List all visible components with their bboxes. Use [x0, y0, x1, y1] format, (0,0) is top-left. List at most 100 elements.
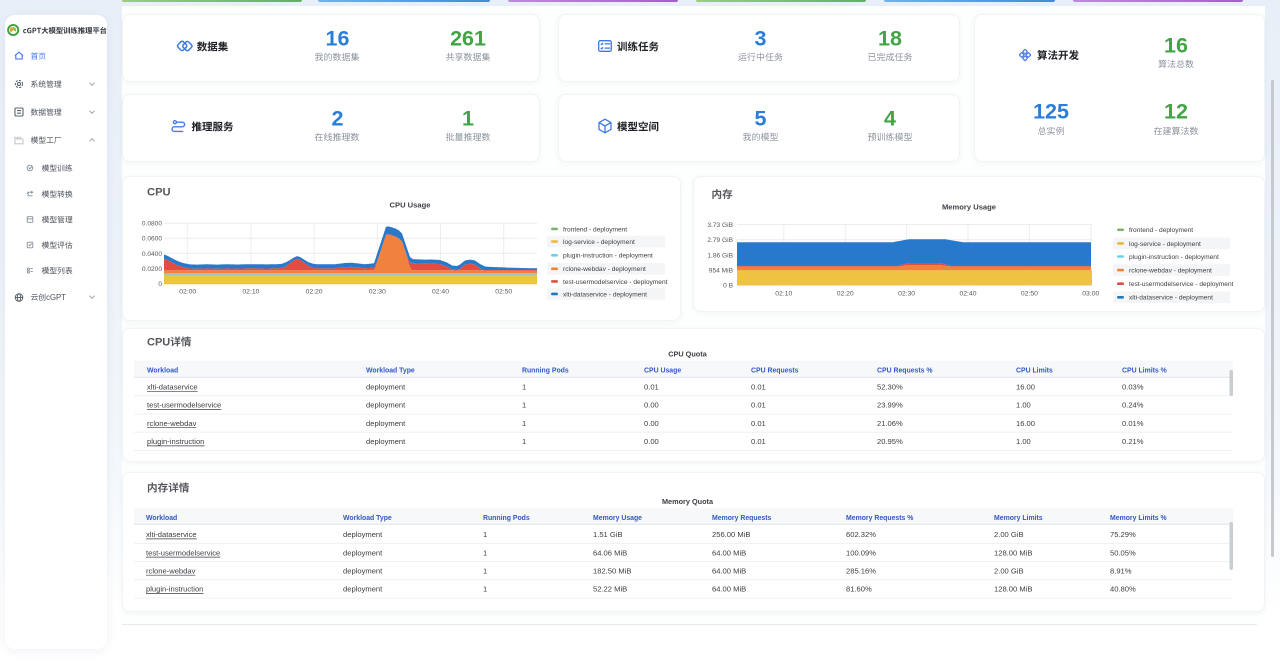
svg-text:1: 1 [462, 107, 474, 131]
svg-text:deployment: deployment [343, 585, 383, 594]
svg-text:12: 12 [1164, 100, 1188, 124]
svg-text:cGPT: cGPT [46, 293, 66, 302]
svg-text:plugin-instruction - deploymen: plugin-instruction - deployment [563, 253, 653, 260]
svg-text:CPU Usage: CPU Usage [390, 201, 431, 210]
svg-text:16.00: 16.00 [1016, 383, 1035, 392]
svg-text:log-service - deployment: log-service - deployment [563, 239, 635, 246]
svg-text:0 B: 0 B [723, 283, 733, 290]
svg-text:Workload: Workload [146, 515, 177, 522]
svg-text:CPU Requests: CPU Requests [751, 368, 799, 375]
svg-text:xlti-dataservice: xlti-dataservice [146, 530, 197, 539]
svg-text:Running Pods: Running Pods [483, 515, 530, 522]
svg-text:0: 0 [158, 281, 162, 288]
svg-text:Running Pods: Running Pods [522, 368, 569, 375]
svg-text:02:30: 02:30 [898, 291, 915, 298]
svg-text:plugin-instruction: plugin-instruction [147, 437, 204, 446]
svg-text:02:10: 02:10 [775, 291, 792, 298]
svg-text:0.01: 0.01 [751, 437, 766, 446]
svg-text:Memory Requests %: Memory Requests % [846, 515, 913, 522]
svg-text:0.00: 0.00 [644, 437, 659, 446]
svg-text:0.00: 0.00 [644, 401, 659, 410]
svg-text:0.01: 0.01 [751, 401, 766, 410]
svg-text:rclone-webdav: rclone-webdav [147, 419, 197, 428]
svg-text:602.32%: 602.32% [846, 530, 876, 539]
svg-text:Workload: Workload [147, 368, 178, 375]
svg-text:0.0200: 0.0200 [142, 266, 163, 273]
svg-text:75.29%: 75.29% [1110, 530, 1136, 539]
svg-text:954 MiB: 954 MiB [709, 268, 734, 275]
svg-text:1: 1 [483, 585, 487, 594]
svg-text:plugin-instruction - deploymen: plugin-instruction - deployment [1129, 254, 1219, 261]
svg-text:Memory Usage: Memory Usage [593, 515, 642, 522]
svg-text:plugin-instruction: plugin-instruction [146, 585, 203, 594]
svg-text:02:50: 02:50 [495, 289, 512, 296]
svg-text:3.73 GiB: 3.73 GiB [707, 222, 733, 229]
svg-text:16.00: 16.00 [1016, 419, 1035, 428]
svg-text:50.05%: 50.05% [1110, 548, 1136, 557]
svg-text:CPU Limits: CPU Limits [1016, 368, 1053, 375]
svg-text:xlti-dataservice - deployment: xlti-dataservice - deployment [563, 291, 647, 298]
svg-text:02:40: 02:40 [959, 291, 976, 298]
svg-text:52.22 MiB: 52.22 MiB [593, 585, 627, 594]
svg-text:deployment: deployment [366, 437, 406, 446]
svg-text:0.01: 0.01 [751, 419, 766, 428]
svg-text:Memory Requests: Memory Requests [712, 515, 772, 522]
svg-text:1: 1 [522, 437, 526, 446]
svg-text:128.00 MiB: 128.00 MiB [994, 585, 1032, 594]
svg-text:0.01%: 0.01% [1122, 419, 1144, 428]
svg-text:18: 18 [878, 27, 902, 51]
svg-text:64.00 MiB: 64.00 MiB [712, 585, 746, 594]
svg-text:16: 16 [326, 27, 350, 51]
svg-text:Workload Type: Workload Type [343, 515, 392, 522]
svg-text:1.51 GiB: 1.51 GiB [593, 530, 623, 539]
svg-text:1: 1 [522, 401, 526, 410]
svg-text:CPU: CPU [147, 337, 170, 349]
svg-text:xlti-dataservice: xlti-dataservice [147, 383, 198, 392]
svg-text:test-usermodelservice: test-usermodelservice [147, 401, 221, 410]
svg-text:02:40: 02:40 [432, 289, 449, 296]
svg-text:03:00: 03:00 [1082, 291, 1099, 298]
svg-text:0.24%: 0.24% [1122, 401, 1144, 410]
svg-text:64.00 MiB: 64.00 MiB [712, 566, 746, 575]
svg-text:1.00: 1.00 [1016, 401, 1031, 410]
svg-text:CPU Usage: CPU Usage [644, 368, 681, 375]
svg-text:log-service - deployment: log-service - deployment [1129, 241, 1201, 248]
svg-text:1: 1 [483, 566, 487, 575]
svg-text:02:10: 02:10 [242, 289, 259, 296]
svg-text:0.01: 0.01 [644, 383, 659, 392]
svg-text:23.99%: 23.99% [877, 401, 903, 410]
svg-text:test-usermodelservice - deploy: test-usermodelservice - deployment [563, 279, 668, 286]
svg-text:CPU Quota: CPU Quota [668, 350, 707, 359]
svg-text:rclone-webdav - deployment: rclone-webdav - deployment [563, 266, 646, 273]
svg-text:100.09%: 100.09% [846, 548, 876, 557]
svg-text:Memory Limits %: Memory Limits % [1110, 515, 1167, 522]
svg-text:16: 16 [1164, 34, 1188, 58]
svg-text:xlti-dataservice - deployment: xlti-dataservice - deployment [1129, 295, 1213, 302]
svg-text:2.79 GiB: 2.79 GiB [707, 237, 733, 244]
svg-text:CPU: CPU [147, 187, 171, 199]
svg-text:81.60%: 81.60% [846, 585, 872, 594]
svg-text:256.00 MiB: 256.00 MiB [712, 530, 750, 539]
svg-text:128.00 MiB: 128.00 MiB [994, 548, 1032, 557]
svg-text:52.30%: 52.30% [877, 383, 903, 392]
svg-text:0.0800: 0.0800 [142, 221, 163, 228]
svg-text:deployment: deployment [366, 419, 406, 428]
svg-text:02:50: 02:50 [1021, 291, 1038, 298]
svg-text:test-usermodelservice: test-usermodelservice [146, 548, 220, 557]
svg-text:0.00: 0.00 [644, 419, 659, 428]
svg-text:1: 1 [483, 548, 487, 557]
svg-text:2.00 GiB: 2.00 GiB [994, 530, 1024, 539]
svg-text:64.06 MiB: 64.06 MiB [593, 548, 627, 557]
svg-text:0.21%: 0.21% [1122, 437, 1144, 446]
svg-text:261: 261 [450, 27, 486, 51]
svg-text:0.01: 0.01 [751, 383, 766, 392]
svg-text:285.16%: 285.16% [846, 566, 876, 575]
svg-text:test-usermodelservice - deploy: test-usermodelservice - deployment [1129, 281, 1234, 288]
svg-text:02:30: 02:30 [369, 289, 386, 296]
svg-text:40.80%: 40.80% [1110, 585, 1136, 594]
svg-text:deployment: deployment [366, 401, 406, 410]
svg-text:0.0400: 0.0400 [142, 251, 163, 258]
svg-text:2: 2 [332, 107, 344, 131]
svg-text:Workload Type: Workload Type [366, 368, 415, 375]
svg-text:02:20: 02:20 [306, 289, 323, 296]
